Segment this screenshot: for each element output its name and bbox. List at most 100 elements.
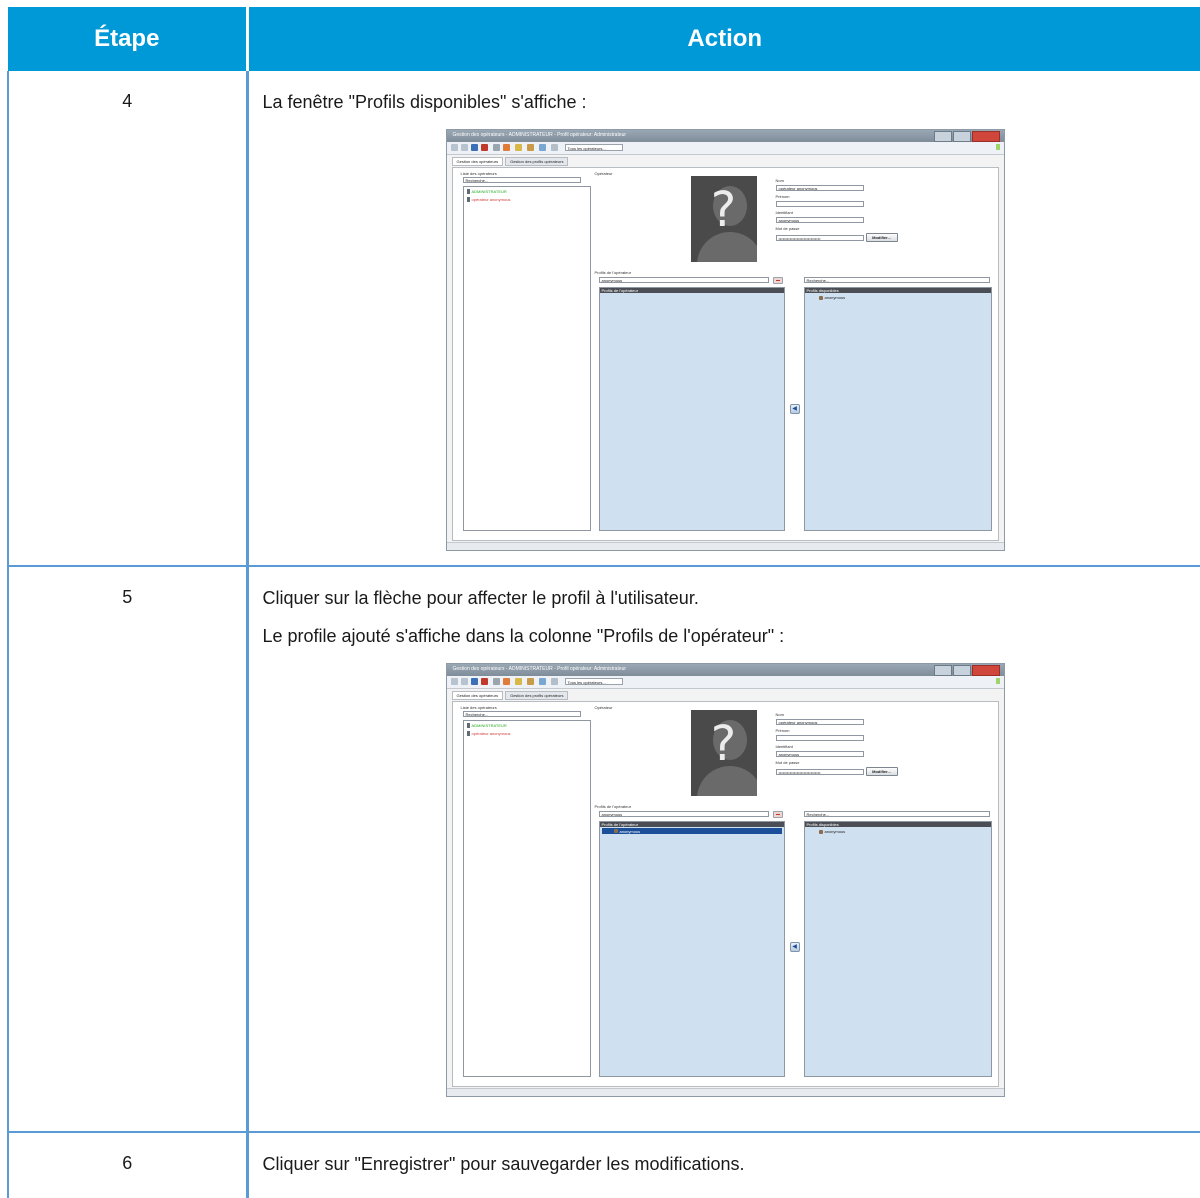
close-button[interactable] <box>972 665 1000 676</box>
assign-profile-arrow-button[interactable]: ◀ <box>790 404 800 414</box>
operators-filter-select[interactable]: Tous les opérateurs... <box>565 144 623 151</box>
operators-list[interactable]: ADMINISTRATEUR opérateur anonymous <box>463 720 591 1077</box>
modify-password-button[interactable]: Modifier... <box>866 767 898 776</box>
operator-profiles-panel[interactable]: Profils de l'opérateur anonymous <box>599 821 785 1077</box>
delete-icon[interactable] <box>481 144 488 151</box>
password-field[interactable]: •••••••••••••••••••••••••••••• <box>776 769 864 775</box>
profiles-section-label: Profils de l'opérateur <box>595 804 632 809</box>
tab-operator-profiles[interactable]: Gestion des profils opérateurs <box>505 157 568 166</box>
operator-section-label: Opérateur <box>595 705 613 710</box>
nom-field[interactable]: opérateur anonymous <box>776 719 864 725</box>
window-controls <box>934 131 1000 142</box>
available-search-input[interactable]: Recherche... <box>804 277 990 283</box>
steps-table: Étape Action 4 La fenêtre "Profils dispo… <box>7 7 1200 1198</box>
modify-password-button[interactable]: Modifier... <box>866 233 898 242</box>
user-add-icon[interactable] <box>503 678 510 685</box>
tab-operator-profiles[interactable]: Gestion des profils opérateurs <box>505 691 568 700</box>
step-number-cell: 4 <box>8 71 247 566</box>
action-cell: Cliquer sur la flèche pour affecter le p… <box>247 566 1200 1132</box>
status-icon <box>996 144 1000 150</box>
minimize-button[interactable] <box>934 131 952 142</box>
operator-section-label: Opérateur <box>595 171 613 176</box>
user-add-icon[interactable] <box>503 144 510 151</box>
profile-filter-input[interactable]: anonymous <box>599 277 769 283</box>
key-icon[interactable] <box>539 144 546 151</box>
tab-content: Liste des opérateurs Recherche... ADMINI… <box>452 167 999 541</box>
new-icon[interactable] <box>451 144 458 151</box>
cut-icon[interactable] <box>493 144 500 151</box>
available-profiles-panel[interactable]: Profils disponibles anonymous <box>804 287 992 531</box>
cut-icon[interactable] <box>493 678 500 685</box>
operators-list-label: Liste des opérateurs <box>461 705 497 710</box>
maximize-button[interactable] <box>953 131 971 142</box>
unknown-user-icon: ? <box>691 182 757 238</box>
profile-item-label: anonymous <box>825 295 846 300</box>
available-search-input[interactable]: Recherche... <box>804 811 990 817</box>
list-item-anonymous[interactable]: opérateur anonymous <box>467 197 511 202</box>
status-icon <box>996 678 1000 684</box>
available-profile-item[interactable]: anonymous <box>819 295 846 300</box>
operators-filter-select[interactable]: Tous les opérateurs... <box>565 678 623 685</box>
status-bar <box>447 542 1004 550</box>
save-icon[interactable] <box>471 678 478 685</box>
available-profiles-panel[interactable]: Profils disponibles anonymous <box>804 821 992 1077</box>
assign-profile-arrow-button[interactable]: ◀ <box>790 942 800 952</box>
available-profile-item[interactable]: anonymous <box>819 829 846 834</box>
prenom-field[interactable] <box>776 735 864 741</box>
nom-field[interactable]: opérateur anonymous <box>776 185 864 191</box>
operator-profiles-panel[interactable]: Profils de l'opérateur <box>599 287 785 531</box>
password-field[interactable]: •••••••••••••••••••••••••••••• <box>776 235 864 241</box>
maximize-button[interactable] <box>953 665 971 676</box>
step-row-6: 6 Cliquer sur "Enregistrer" pour sauvega… <box>8 1132 1200 1198</box>
operator-profiles-header: Profils de l'opérateur <box>600 288 784 293</box>
profile-icon[interactable] <box>527 678 534 685</box>
minimize-button[interactable] <box>934 665 952 676</box>
identifiant-field[interactable]: anonymous <box>776 217 864 223</box>
open-icon[interactable] <box>461 144 468 151</box>
clear-filter-button[interactable] <box>773 277 783 284</box>
unknown-user-icon: ? <box>691 716 757 772</box>
check-icon[interactable] <box>551 144 558 151</box>
profile-icon <box>819 296 823 300</box>
profile-icon[interactable] <box>527 144 534 151</box>
list-item-label: opérateur anonymous <box>472 197 511 202</box>
prenom-field[interactable] <box>776 201 864 207</box>
list-item-label: ADMINISTRATEUR <box>472 723 507 728</box>
profile-filter-input[interactable]: anonymous <box>599 811 769 817</box>
operators-list-label: Liste des opérateurs <box>461 171 497 176</box>
list-item-administrateur[interactable]: ADMINISTRATEUR <box>467 189 507 194</box>
user-icon <box>467 189 470 194</box>
identifiant-field[interactable]: anonymous <box>776 751 864 757</box>
open-icon[interactable] <box>461 678 468 685</box>
profile-icon <box>614 829 618 833</box>
users-icon[interactable] <box>515 678 522 685</box>
close-button[interactable] <box>972 131 1000 142</box>
clear-filter-button[interactable] <box>773 811 783 818</box>
operators-list[interactable]: ADMINISTRATEUR opérateur anonymous <box>463 186 591 531</box>
tab-operators[interactable]: Gestion des opérateurs <box>452 157 504 166</box>
toolbar: Tous les opérateurs... <box>447 676 1004 689</box>
prenom-label: Prénom <box>776 728 790 733</box>
users-icon[interactable] <box>515 144 522 151</box>
window-controls <box>934 665 1000 676</box>
save-icon[interactable] <box>471 144 478 151</box>
delete-icon[interactable] <box>481 678 488 685</box>
list-item-label: ADMINISTRATEUR <box>472 189 507 194</box>
operators-search-input[interactable]: Recherche... <box>463 177 581 183</box>
profile-item-label: anonymous <box>620 829 641 834</box>
list-item-anonymous[interactable]: opérateur anonymous <box>467 731 511 736</box>
list-item-administrateur[interactable]: ADMINISTRATEUR <box>467 723 507 728</box>
new-icon[interactable] <box>451 678 458 685</box>
tab-operators[interactable]: Gestion des opérateurs <box>452 691 504 700</box>
check-icon[interactable] <box>551 678 558 685</box>
key-icon[interactable] <box>539 678 546 685</box>
operator-profiles-header: Profils de l'opérateur <box>600 822 784 827</box>
app-window: Gestion des opérateurs - ADMINISTRATEUR … <box>446 129 1005 551</box>
action-cell: La fenêtre "Profils disponibles" s'affic… <box>247 71 1200 566</box>
operators-search-input[interactable]: Recherche... <box>463 711 581 717</box>
window-titlebar: Gestion des opérateurs - ADMINISTRATEUR … <box>447 664 1004 676</box>
action-text: Cliquer sur "Enregistrer" pour sauvegard… <box>263 1153 1200 1175</box>
nom-label: Nom <box>776 712 784 717</box>
toolbar: Tous les opérateurs... <box>447 142 1004 155</box>
assigned-profile-item[interactable]: anonymous <box>602 828 782 834</box>
